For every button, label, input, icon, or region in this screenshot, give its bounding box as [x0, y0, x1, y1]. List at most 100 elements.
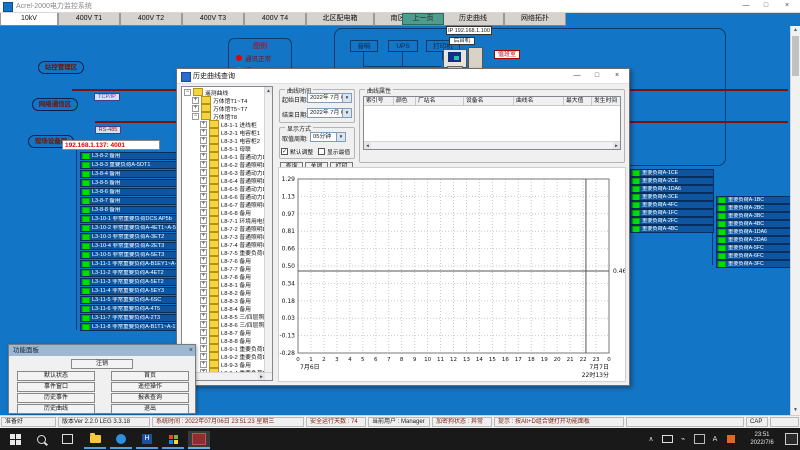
- active-app-icon[interactable]: [188, 431, 210, 449]
- tree-expander-icon[interactable]: +: [200, 185, 207, 192]
- tree-expander-icon[interactable]: +: [200, 345, 207, 352]
- device-row[interactable]: 重要负荷A-3CE: [630, 193, 714, 201]
- tray-display-icon[interactable]: [660, 431, 674, 447]
- device-row[interactable]: 重要负荷A-1CE: [630, 169, 714, 177]
- panel-button-退出[interactable]: 退出: [111, 404, 189, 414]
- panel-button-默认状态[interactable]: 默认状态: [17, 371, 95, 381]
- tree-expander-icon[interactable]: +: [200, 177, 207, 184]
- panel-button-历史事件[interactable]: 历史事件: [17, 393, 95, 403]
- tab-北区配电箱[interactable]: 北区配电箱: [306, 12, 374, 26]
- device-row[interactable]: 重要负荷A-4BC: [630, 225, 714, 233]
- taskbar-clock[interactable]: 23:51 2022/7/6: [742, 431, 782, 447]
- tree-expander-icon[interactable]: +: [200, 305, 207, 312]
- tree-expander-icon[interactable]: +: [200, 225, 207, 232]
- tree-expander-icon[interactable]: +: [200, 169, 207, 176]
- tree-expander-icon[interactable]: +: [200, 145, 207, 152]
- tree-expander-icon[interactable]: −: [184, 89, 191, 96]
- tree-expander-icon[interactable]: +: [200, 209, 207, 216]
- tree-expander-icon[interactable]: +: [200, 201, 207, 208]
- show-extremes-checkbox[interactable]: 显示最值: [318, 147, 350, 156]
- tree-expander-icon[interactable]: +: [200, 353, 207, 360]
- column-header-发生时间[interactable]: 发生时间: [592, 97, 621, 106]
- dialog-maximize-button[interactable]: □: [587, 69, 607, 83]
- column-header-厂站名[interactable]: 厂站名: [416, 97, 464, 106]
- device-row[interactable]: 重要负荷A-2FC: [630, 217, 714, 225]
- tree-expander-icon[interactable]: +: [200, 153, 207, 160]
- scroll-down-arrow[interactable]: ▼: [791, 406, 800, 415]
- panel-button-遥控操作[interactable]: 遥控操作: [111, 382, 189, 392]
- dropdown-arrow-icon[interactable]: ▼: [342, 109, 351, 117]
- device-row[interactable]: 重要负荷A-1DA6: [630, 185, 714, 193]
- task-view-icon[interactable]: [56, 431, 78, 447]
- tree-expander-icon[interactable]: +: [200, 273, 207, 280]
- tree-expander-icon[interactable]: +: [200, 129, 207, 136]
- column-header-最大值[interactable]: 最大值: [564, 97, 592, 106]
- device-row[interactable]: 重要负荷A-5FC: [716, 244, 792, 252]
- tree-expander-icon[interactable]: +: [200, 281, 207, 288]
- window-minimize-button[interactable]: —: [737, 0, 755, 12]
- panel-button-历史曲线[interactable]: 历史曲线: [17, 404, 95, 414]
- window-close-button[interactable]: ×: [778, 0, 796, 12]
- tab-历史曲线[interactable]: 历史曲线: [442, 12, 504, 26]
- start-button[interactable]: [4, 431, 26, 447]
- tree-vscrollbar[interactable]: ▲ ▼: [264, 87, 272, 380]
- device-row[interactable]: 重要负荷A-3BC: [716, 212, 792, 220]
- device-row[interactable]: 重要负荷A-1FC: [630, 209, 714, 217]
- end-date-combo[interactable]: 2022年 7月 6日▼: [307, 108, 352, 118]
- tray-alert-icon[interactable]: [724, 431, 738, 447]
- device-row[interactable]: 重要负荷A-1DA6: [716, 228, 792, 236]
- tree-expander-icon[interactable]: +: [200, 321, 207, 328]
- tree-expander-icon[interactable]: +: [200, 329, 207, 336]
- tab-400V T2[interactable]: 400V T2: [120, 12, 182, 26]
- tray-letter-icon[interactable]: A: [708, 431, 722, 447]
- function-panel-close-icon[interactable]: ×: [189, 345, 193, 356]
- tab-网络拓扑[interactable]: 网络拓扑: [504, 12, 566, 26]
- tree-expander-icon[interactable]: +: [200, 313, 207, 320]
- device-row[interactable]: 重要负荷A-1BC: [716, 196, 792, 204]
- curve-tree[interactable]: −遥测曲线+万体馆T1~T4+万体馆T5~T7−万体馆T8+L8-1-1 进线柜…: [181, 86, 273, 381]
- panel-button-事件窗口[interactable]: 事件窗口: [17, 382, 95, 392]
- default-scale-checkbox[interactable]: ✓ 默认调整: [281, 147, 313, 156]
- panel-button-首页[interactable]: 首页: [111, 371, 189, 381]
- table-hscrollbar[interactable]: ◄ ►: [364, 141, 620, 149]
- scrollbar-thumb[interactable]: [792, 36, 799, 76]
- tab-400V T3[interactable]: 400V T3: [182, 12, 244, 26]
- app-blue-icon[interactable]: [110, 431, 132, 449]
- column-header-曲线名[interactable]: 曲线名: [514, 97, 564, 106]
- tree-expander-icon[interactable]: +: [200, 337, 207, 344]
- tree-expander-icon[interactable]: +: [192, 105, 199, 112]
- device-row[interactable]: 重要负荷A-2CE: [630, 177, 714, 185]
- tab-400V T4[interactable]: 400V T4: [244, 12, 306, 26]
- tree-expander-icon[interactable]: +: [200, 249, 207, 256]
- tree-expander-icon[interactable]: +: [200, 193, 207, 200]
- page-scrollbar[interactable]: ▲ ▼: [790, 26, 800, 415]
- tree-scroll-up[interactable]: ▲: [265, 87, 272, 94]
- tree-expander-icon[interactable]: +: [200, 241, 207, 248]
- period-combo[interactable]: 05分钟▼: [310, 132, 346, 142]
- logout-button[interactable]: 注销: [71, 359, 133, 369]
- dropdown-arrow-icon[interactable]: ▼: [342, 94, 351, 102]
- scroll-up-arrow[interactable]: ▲: [791, 26, 800, 35]
- tree-expander-icon[interactable]: −: [192, 113, 199, 120]
- tree-expander-icon[interactable]: +: [200, 137, 207, 144]
- checkbox-unchecked-icon[interactable]: [318, 148, 325, 155]
- device-row[interactable]: 重要负荷A-2DA6: [716, 236, 792, 244]
- tree-scroll-right[interactable]: ►: [258, 373, 265, 380]
- tree-expander-icon[interactable]: +: [192, 97, 199, 104]
- file-explorer-icon[interactable]: [84, 431, 106, 449]
- table-scroll-left[interactable]: ◄: [364, 142, 371, 149]
- tray-plug-icon[interactable]: ⌁: [676, 431, 690, 447]
- tree-expander-icon[interactable]: +: [200, 297, 207, 304]
- dialog-titlebar[interactable]: 历史曲线查询 — □ ×: [177, 69, 629, 84]
- tab-10kV[interactable]: 10kV: [0, 12, 58, 26]
- tree-expander-icon[interactable]: +: [200, 361, 207, 368]
- dialog-minimize-button[interactable]: —: [567, 69, 587, 83]
- device-row[interactable]: 重要负荷A-2BC: [716, 204, 792, 212]
- start-date-combo[interactable]: 2022年 7月 6日▼: [307, 93, 352, 103]
- tray-ime-icon[interactable]: [692, 431, 706, 447]
- tree-expander-icon[interactable]: +: [200, 265, 207, 272]
- device-row[interactable]: 重要负荷A-6FC: [716, 252, 792, 260]
- notification-center-icon[interactable]: [785, 433, 798, 445]
- device-row[interactable]: 重要负荷A-4FC: [630, 201, 714, 209]
- app-h-icon[interactable]: H: [136, 431, 158, 449]
